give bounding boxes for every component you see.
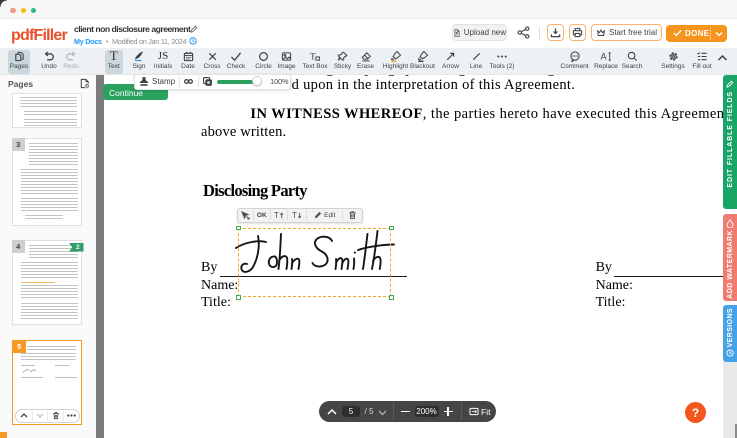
svg-text:A: A xyxy=(600,51,607,61)
svg-text:T: T xyxy=(292,211,297,220)
svg-text:T: T xyxy=(274,211,279,220)
svg-text:T: T xyxy=(310,51,316,61)
